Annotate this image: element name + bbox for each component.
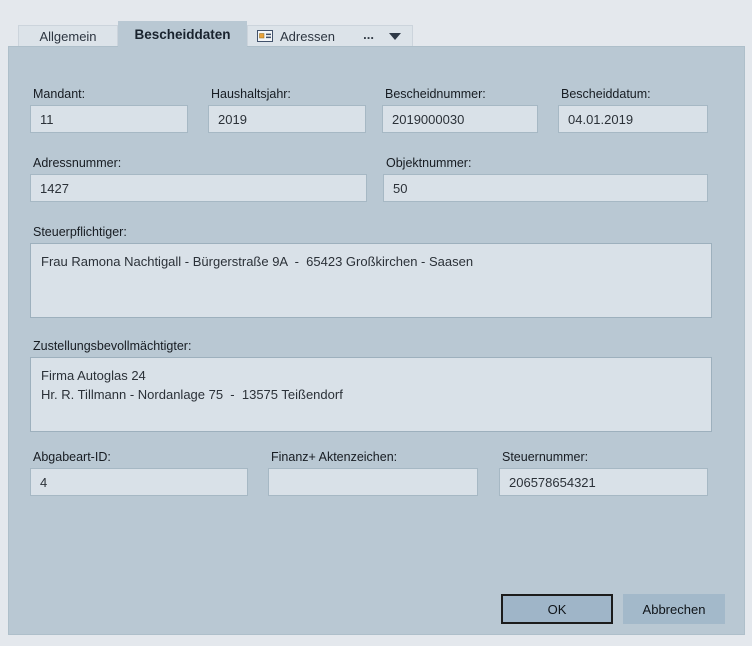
field-steuernummer: Steuernummer: (499, 450, 708, 496)
steuernummer-input[interactable] (499, 468, 708, 496)
mandant-label: Mandant: (33, 87, 188, 102)
tab-allgemein[interactable]: Allgemein (18, 25, 118, 46)
zustellungsbevollmaechtigter-textarea[interactable]: Firma Autoglas 24 Hr. R. Tillmann - Nord… (30, 357, 712, 432)
field-haushaltsjahr: Haushaltsjahr: (208, 87, 366, 133)
haushaltsjahr-label: Haushaltsjahr: (211, 87, 366, 102)
bescheiddatum-label: Bescheiddatum: (561, 87, 708, 102)
steuernummer-label: Steuernummer: (502, 450, 708, 465)
zustellungsbevollmaechtigter-label: Zustellungsbevollmächtigter: (33, 339, 712, 354)
finanz-aktenzeichen-label: Finanz+ Aktenzeichen: (271, 450, 478, 465)
field-mandant: Mandant: (30, 87, 188, 133)
bescheiddatum-input[interactable] (558, 105, 708, 133)
field-abgabeart-id: Abgabeart-ID: (30, 450, 248, 496)
abgabeart-id-label: Abgabeart-ID: (33, 450, 248, 465)
tab-overflow-ellipsis: ... (363, 27, 374, 46)
abgabeart-id-input[interactable] (30, 468, 248, 496)
tab-adressen[interactable]: Adressen (280, 29, 335, 44)
tab-list-dropdown-button[interactable] (386, 27, 404, 45)
haushaltsjahr-input[interactable] (208, 105, 366, 133)
tab-bescheiddaten-label: Bescheiddaten (134, 27, 230, 42)
field-finanz-aktenzeichen: Finanz+ Aktenzeichen: (268, 450, 478, 496)
field-adressnummer: Adressnummer: (30, 156, 367, 202)
adressnummer-label: Adressnummer: (33, 156, 367, 171)
tab-bescheiddaten[interactable]: Bescheiddaten (118, 21, 247, 47)
field-bescheiddatum: Bescheiddatum: (558, 87, 708, 133)
objektnummer-input[interactable] (383, 174, 708, 202)
contact-card-icon (257, 30, 273, 42)
steuerpflichtiger-textarea[interactable]: Frau Ramona Nachtigall - Bürgerstraße 9A… (30, 243, 712, 318)
field-objektnummer: Objektnummer: (383, 156, 708, 202)
field-zustellungsbevollmaechtigter: Zustellungsbevollmächtigter: Firma Autog… (30, 339, 712, 432)
tab-strip-right: Adressen ... (247, 25, 413, 46)
ok-button[interactable]: OK (501, 594, 613, 624)
mandant-input[interactable] (30, 105, 188, 133)
field-bescheidnummer: Bescheidnummer: (382, 87, 538, 133)
bescheidnummer-input[interactable] (382, 105, 538, 133)
chevron-down-icon (389, 33, 401, 40)
objektnummer-label: Objektnummer: (386, 156, 708, 171)
cancel-button[interactable]: Abbrechen (623, 594, 725, 624)
steuerpflichtiger-label: Steuerpflichtiger: (33, 225, 712, 240)
finanz-aktenzeichen-input[interactable] (268, 468, 478, 496)
adressnummer-input[interactable] (30, 174, 367, 202)
bescheidnummer-label: Bescheidnummer: (385, 87, 538, 102)
field-steuerpflichtiger: Steuerpflichtiger: Frau Ramona Nachtigal… (30, 225, 712, 318)
tab-allgemein-label: Allgemein (39, 29, 96, 44)
